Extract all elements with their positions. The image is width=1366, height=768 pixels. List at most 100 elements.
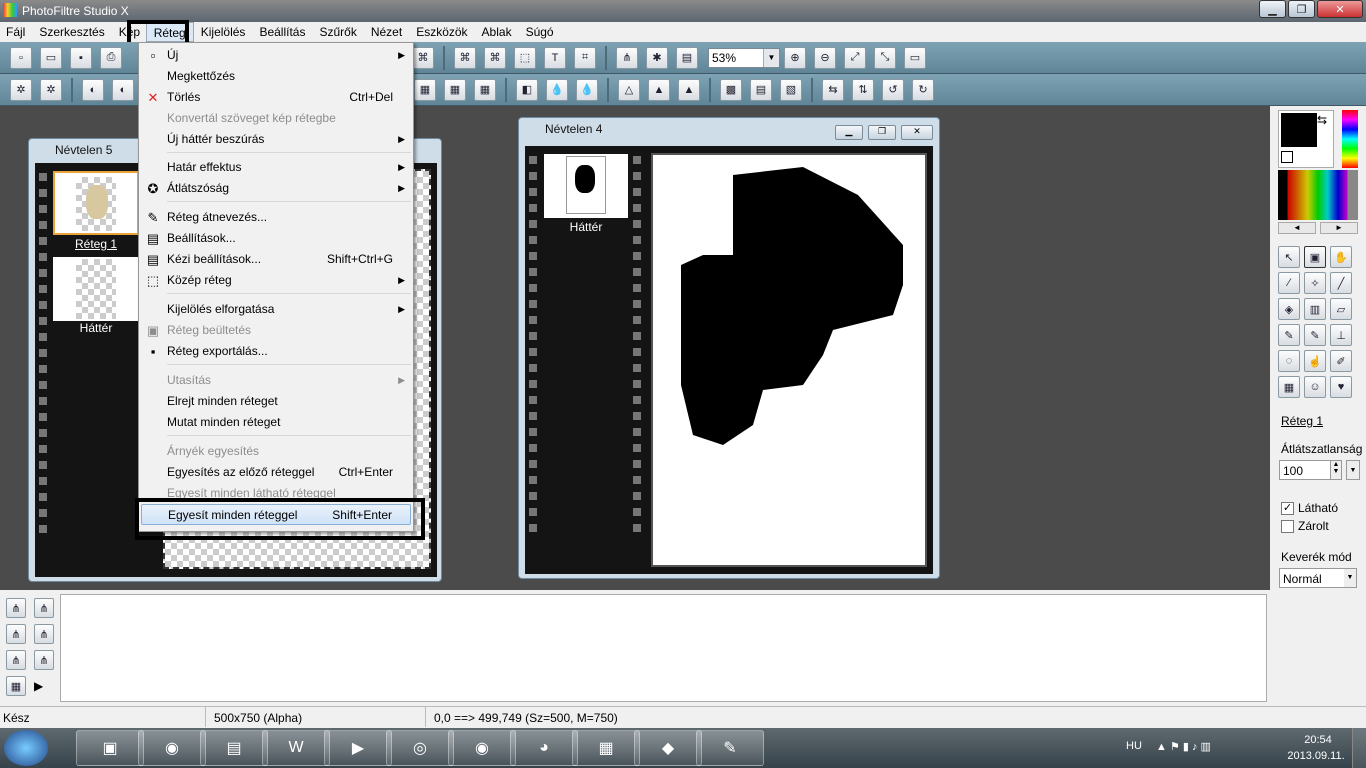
color-icon[interactable]: ▩ xyxy=(720,78,742,101)
full-size-icon[interactable]: ⤡ xyxy=(874,46,896,69)
language-indicator[interactable]: HU xyxy=(1126,740,1142,752)
pointer-tool-icon[interactable]: ↖ xyxy=(1278,246,1300,268)
canvas-4[interactable] xyxy=(651,153,927,567)
menu-item-4[interactable]: Új háttér beszúrás ▶ xyxy=(141,129,411,150)
menu-item-9[interactable]: ▤ Kézi beállítások... Shift+Ctrl+G xyxy=(141,249,411,270)
taskbar-word[interactable]: W xyxy=(262,730,330,766)
triangle-icon-2[interactable]: ▲ xyxy=(648,78,670,101)
layer-label-hatter[interactable]: Háttér xyxy=(53,321,139,335)
clock-time[interactable]: 20:54 xyxy=(1296,734,1340,746)
menu-item-7[interactable]: ✎ Réteg átnevezés... xyxy=(141,207,411,228)
visible-checkbox[interactable]: ✓ xyxy=(1281,501,1294,515)
layer-tool-icon-6[interactable]: ⋔ xyxy=(34,650,54,670)
menu-item-11[interactable]: Kijelölés elforgatása ▶ xyxy=(141,299,411,320)
clone-brush-icon[interactable]: ✐ xyxy=(1330,350,1352,372)
fill-bucket-icon[interactable]: ◈ xyxy=(1278,298,1300,320)
rotate-left-icon[interactable]: ↺ xyxy=(882,78,904,101)
menu-item-2[interactable]: ✕ Törlés Ctrl+Del xyxy=(141,87,411,108)
menu-item-15[interactable]: Elrejt minden réteget xyxy=(141,391,411,412)
layer-thumb-hatter-4[interactable] xyxy=(544,154,628,218)
flip-vertical-icon[interactable]: ⇅ xyxy=(852,78,874,101)
tool-icon-2[interactable]: ⌘ xyxy=(454,46,476,69)
menu-item-18[interactable]: Egyesítés az előző réteggel Ctrl+Enter xyxy=(141,462,411,483)
menu-file[interactable]: Fájl xyxy=(0,22,32,42)
opacity-input[interactable]: 100 xyxy=(1279,460,1331,480)
strawberry-icon[interactable]: ♥ xyxy=(1330,376,1352,398)
minimize-button[interactable]: ▁ xyxy=(1259,0,1286,18)
play-arrow-icon[interactable]: ▶ xyxy=(34,676,58,696)
doc-minimize-button[interactable]: ▁ xyxy=(835,125,863,140)
taskbar-chrome[interactable]: ◉ xyxy=(448,730,516,766)
print-icon[interactable]: ⎙ xyxy=(100,46,122,69)
grayscale-icon[interactable]: ▧ xyxy=(780,78,802,101)
menu-item-16[interactable]: Mutat minden réteget xyxy=(141,412,411,433)
palette-next-button[interactable]: ► xyxy=(1320,222,1358,234)
taskbar-app-6[interactable]: ◎ xyxy=(386,730,454,766)
zoom-out-icon[interactable]: ⊖ xyxy=(814,46,836,69)
menu-window[interactable]: Ablak xyxy=(475,22,519,42)
gradient-icon[interactable]: ▤ xyxy=(750,78,772,101)
menu-view[interactable]: Nézet xyxy=(364,22,409,42)
menu-adjust[interactable]: Beállítás xyxy=(252,22,312,42)
magic-wand-icon[interactable]: ✧ xyxy=(1304,272,1326,294)
color-swatch-area[interactable]: ⇆ xyxy=(1278,110,1334,168)
document-window-4[interactable]: Névtelen 4 ▁ ❐ ✕ Háttér xyxy=(518,117,940,579)
chevron-down-icon[interactable]: ▼ xyxy=(763,48,779,67)
layer-thumb-hatter[interactable] xyxy=(53,257,139,321)
menu-help[interactable]: Súgó xyxy=(519,22,561,42)
foreground-color[interactable] xyxy=(1281,113,1317,147)
taskbar-media[interactable]: ▶ xyxy=(324,730,392,766)
layer-thumb-reteg1[interactable] xyxy=(53,171,139,235)
advanced-brush-icon[interactable]: ✎ xyxy=(1304,324,1326,346)
drop-icon-2[interactable]: 💧 xyxy=(576,78,598,101)
menu-item-5[interactable]: Határ effektus ▶ xyxy=(141,157,411,178)
layer-tool-icon-5[interactable]: ⋔ xyxy=(6,650,26,670)
start-button[interactable] xyxy=(4,730,48,766)
locked-checkbox-row[interactable]: Zárolt xyxy=(1281,519,1329,533)
selection-tool-icon[interactable]: ▣ xyxy=(1304,246,1326,268)
zoom-in-icon[interactable]: ⊕ xyxy=(784,46,806,69)
clock-date[interactable]: 2013.09.11. xyxy=(1282,750,1350,762)
menu-item-1[interactable]: Megkettőzés xyxy=(141,66,411,87)
layer-label-hatter-4[interactable]: Háttér xyxy=(544,220,628,234)
open-folder-icon[interactable]: ▭ xyxy=(40,46,62,69)
window-icon[interactable]: ▤ xyxy=(676,46,698,69)
taskbar-firefox[interactable]: ◕ xyxy=(510,730,578,766)
locked-checkbox[interactable] xyxy=(1281,519,1294,533)
filter-icon-1[interactable]: ▦ xyxy=(414,78,436,101)
swap-colors-icon[interactable]: ⇆ xyxy=(1317,113,1327,127)
brightness-down-icon[interactable]: ✲ xyxy=(10,78,32,101)
palette-prev-button[interactable]: ◄ xyxy=(1278,222,1316,234)
eyedropper-icon[interactable]: ⁄ xyxy=(1278,272,1300,294)
taskbar-studio[interactable]: ▦ xyxy=(572,730,640,766)
tool-icon-3[interactable]: ⌘ xyxy=(484,46,506,69)
opacity-spinner[interactable]: ▲ ▼ xyxy=(1330,460,1342,480)
stamp-icon[interactable]: ⊥ xyxy=(1330,324,1352,346)
chevron-down-icon[interactable]: ▼ xyxy=(1344,569,1356,587)
contrast-down-icon[interactable]: ◐ xyxy=(82,78,104,101)
color-spectrum[interactable] xyxy=(1342,110,1358,168)
menu-item-0[interactable]: ▫ Új ▶ xyxy=(141,45,411,66)
crop-icon[interactable]: ⌗ xyxy=(574,46,596,69)
menu-edit[interactable]: Szerkesztés xyxy=(32,22,111,42)
fullscreen-icon[interactable]: ▭ xyxy=(904,46,926,69)
brush-icon[interactable]: ✎ xyxy=(1278,324,1300,346)
rotate-right-icon[interactable]: ↻ xyxy=(912,78,934,101)
hand-tool-icon[interactable]: ✋ xyxy=(1330,246,1352,268)
tray-icons[interactable]: ▲ ⚑ ▮ ♪ ▥ xyxy=(1156,740,1211,753)
pattern-icon[interactable]: ▦ xyxy=(1278,376,1300,398)
menu-item-8[interactable]: ▤ Beállítások... xyxy=(141,228,411,249)
taskbar-app-10[interactable]: ◆ xyxy=(634,730,702,766)
flip-icon[interactable]: ⇆ xyxy=(822,78,844,101)
doc-close-button[interactable]: ✕ xyxy=(901,125,933,140)
maximize-button[interactable]: ❐ xyxy=(1288,0,1315,18)
layer-tool-icon-3[interactable]: ⋔ xyxy=(6,624,26,644)
contrast-up-icon[interactable]: ◐ xyxy=(112,78,134,101)
taskbar-app-2[interactable]: ◉ xyxy=(138,730,206,766)
menu-item-10[interactable]: ⬚ Közép réteg ▶ xyxy=(141,270,411,291)
save-icon[interactable]: ▪ xyxy=(70,46,92,69)
portrait-icon[interactable]: ☺ xyxy=(1304,376,1326,398)
blur-drop-icon[interactable]: ◌ xyxy=(1278,350,1300,372)
tree-icon[interactable]: ⋔ xyxy=(616,46,638,69)
drop-icon[interactable]: 💧 xyxy=(546,78,568,101)
